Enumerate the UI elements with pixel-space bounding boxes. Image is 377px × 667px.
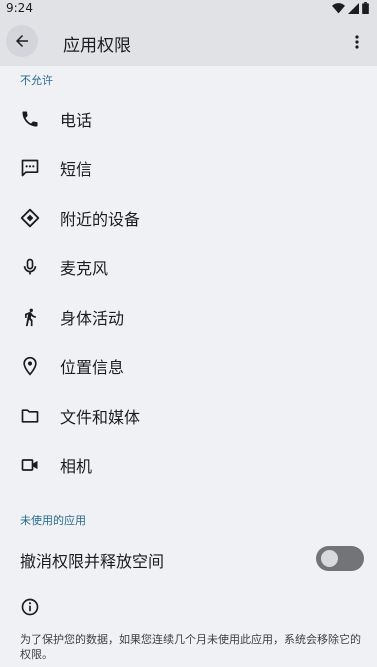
unused-apps-info-text: 为了保护您的数据，如果您连续几个月未使用此应用，系统会移除它的权限。 <box>20 633 361 661</box>
more-options-button[interactable] <box>347 31 367 53</box>
signal-icon <box>348 2 359 14</box>
nearby-devices-icon <box>18 206 42 230</box>
permission-label: 位置信息 <box>60 358 125 377</box>
app-bar: 应用权限 <box>0 17 377 66</box>
revoke-permissions-toggle[interactable] <box>316 546 364 571</box>
permission-item-camera[interactable]: 相机 <box>0 441 377 489</box>
permission-item-microphone[interactable]: 麦克风 <box>0 243 377 291</box>
permission-item-files-media[interactable]: 文件和媒体 <box>0 392 377 440</box>
status-icons <box>332 2 369 14</box>
arrow-left-icon <box>16 35 28 47</box>
wifi-icon <box>332 2 345 13</box>
back-button[interactable] <box>6 25 38 57</box>
camera-icon <box>18 453 42 477</box>
page-title: 应用权限 <box>63 36 131 56</box>
permission-item-phone[interactable]: 电话 <box>0 95 377 143</box>
section-header-unused-apps: 未使用的应用 <box>20 514 86 527</box>
permission-label: 文件和媒体 <box>60 408 141 427</box>
microphone-icon <box>18 255 42 279</box>
permission-label: 附近的设备 <box>60 210 141 229</box>
section-header-not-allowed: 不允许 <box>20 74 53 87</box>
permission-label: 短信 <box>60 160 93 179</box>
info-icon <box>21 598 39 616</box>
permission-label: 相机 <box>60 457 93 476</box>
permission-label: 身体活动 <box>60 309 125 328</box>
status-bar: 9:24 <box>0 0 377 17</box>
walking-icon <box>18 305 42 329</box>
permission-label: 麦克风 <box>60 259 109 278</box>
battery-icon <box>362 2 369 14</box>
revoke-permissions-label: 撤消权限并释放空间 <box>20 552 165 571</box>
sms-icon <box>18 156 42 180</box>
status-time: 9:24 <box>6 1 33 15</box>
toggle-knob <box>321 550 338 567</box>
more-vertical-icon <box>355 35 359 49</box>
permission-item-location[interactable]: 位置信息 <box>0 342 377 390</box>
permission-item-sms[interactable]: 短信 <box>0 144 377 192</box>
revoke-permissions-row[interactable]: 撤消权限并释放空间 <box>0 540 377 580</box>
permission-label: 电话 <box>60 111 93 130</box>
permission-item-nearby-devices[interactable]: 附近的设备 <box>0 194 377 242</box>
phone-icon <box>18 107 42 131</box>
permission-item-physical-activity[interactable]: 身体活动 <box>0 293 377 341</box>
folder-icon <box>18 404 42 428</box>
location-pin-icon <box>18 354 42 378</box>
